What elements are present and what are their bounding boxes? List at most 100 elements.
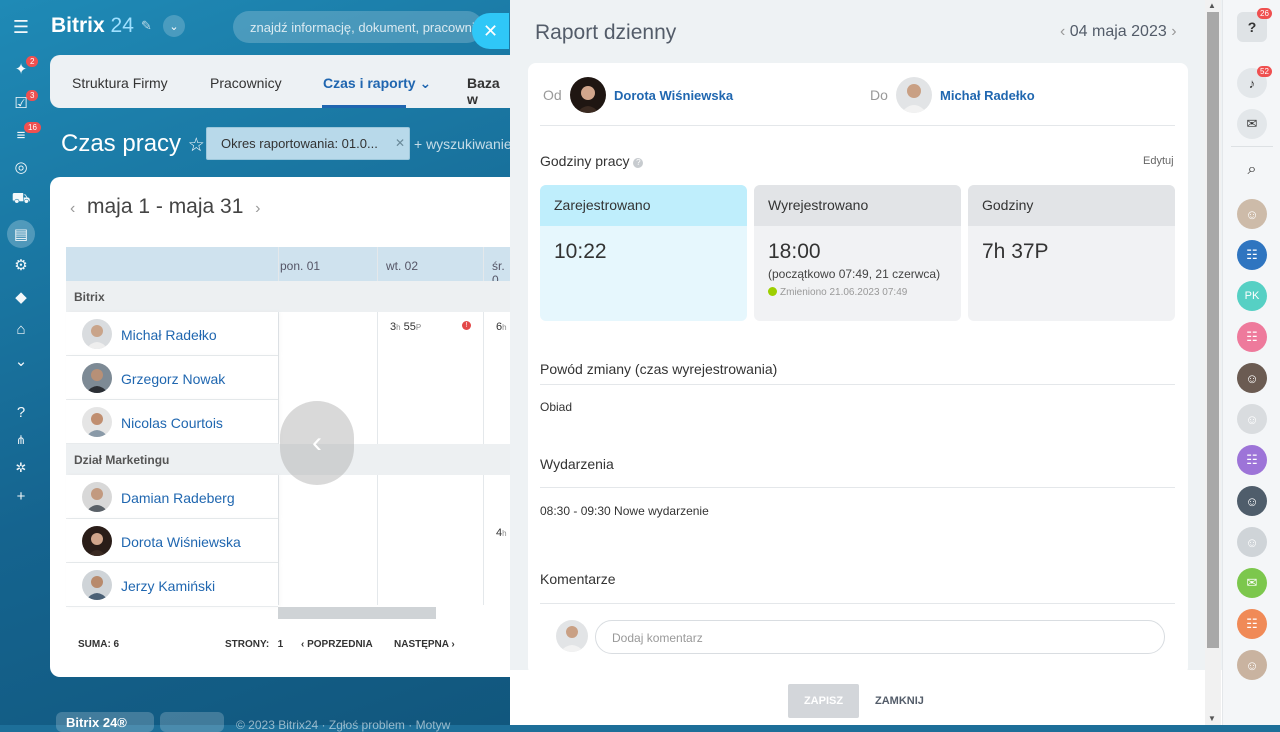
tab-label: Czas i raporty: [323, 75, 416, 91]
changed-note: Zmieniono 21.06.2023 07:49: [754, 281, 961, 298]
employee-name[interactable]: Damian Radeberg: [121, 490, 235, 506]
group-chat-icon[interactable]: ☷: [1237, 240, 1267, 270]
chevron-right-icon[interactable]: ›: [1171, 23, 1176, 40]
sitemap-icon[interactable]: ⋔: [10, 429, 32, 451]
group-chat-icon[interactable]: ☷: [1237, 322, 1267, 352]
logo[interactable]: Bitrix 24: [51, 14, 134, 38]
logo-number: 24: [110, 14, 134, 37]
filter-chip[interactable]: Okres raportowania: 01.0...: [206, 127, 410, 160]
close-icon: ✕: [482, 20, 499, 41]
event-item[interactable]: 08:30 - 09:30 Nowe wydarzenie: [540, 504, 709, 518]
tab-time-reports[interactable]: Czas i raporty ⌄: [323, 75, 431, 92]
tab-knowledge-base[interactable]: Baza w: [467, 75, 510, 107]
scroll-down-icon[interactable]: ▼: [1208, 714, 1216, 723]
language-button[interactable]: [160, 712, 224, 732]
chevron-down-icon[interactable]: ⌄: [163, 15, 185, 37]
contact-avatar[interactable]: ☺: [1237, 199, 1267, 229]
settings-icon[interactable]: ✲: [10, 457, 32, 479]
group-chat-icon[interactable]: ☷: [1237, 609, 1267, 639]
table-row[interactable]: Dorota Wiśniewska: [66, 519, 278, 563]
unregistered-time: 18:00: [768, 240, 821, 263]
report-card: Od Dorota Wiśniewska Do Michał Radełko G…: [528, 63, 1188, 675]
page-number[interactable]: 1: [278, 639, 284, 650]
table-row[interactable]: Damian Radeberg: [66, 475, 278, 519]
avatar: [82, 363, 112, 393]
prev-arrow-button[interactable]: ‹: [280, 401, 354, 485]
tab-employees[interactable]: Pracownicy: [210, 75, 282, 91]
horizontal-scrollbar[interactable]: [278, 607, 436, 619]
target-icon[interactable]: ◎: [10, 156, 32, 178]
box-icon[interactable]: ◆: [10, 286, 32, 308]
cart-icon[interactable]: ⛟: [10, 188, 32, 210]
menu-icon[interactable]: ☰: [10, 16, 32, 38]
worktime-cell[interactable]: 3h 55P: [390, 321, 421, 333]
from-person-link[interactable]: Dorota Wiśniewska: [614, 88, 733, 103]
help-icon[interactable]: ?: [10, 401, 32, 423]
active-tab-indicator: [322, 105, 406, 108]
table-row[interactable]: Jerzy Kamiński: [66, 563, 278, 607]
registered-box: Zarejestrowano 10:22: [540, 185, 747, 321]
robot-icon[interactable]: ⚙: [10, 254, 32, 276]
comment-input[interactable]: Dodaj komentarz: [595, 620, 1165, 654]
table-row[interactable]: Grzegorz Nowak: [66, 356, 278, 400]
chevron-down-icon: ⌄: [419, 75, 432, 91]
worktime-cell[interactable]: 4h: [496, 527, 507, 539]
employee-name[interactable]: Dorota Wiśniewska: [121, 534, 241, 550]
worktime-cell[interactable]: 6h: [496, 321, 507, 333]
next-page-button[interactable]: NASTĘPNA ›: [394, 639, 455, 650]
avatar: [82, 407, 112, 437]
filter-search-input[interactable]: + wyszukiwanie: [414, 136, 512, 152]
chevron-right-icon[interactable]: ›: [255, 200, 260, 217]
avatar[interactable]: [570, 77, 606, 113]
scroll-up-icon[interactable]: ▲: [1208, 1, 1216, 10]
unregistered-box: Wyrejestrowano 18:00 (początkowo 07:49, …: [754, 185, 961, 321]
chat-icon[interactable]: ✉: [1237, 109, 1267, 139]
right-sidebar: ? 26 ♪ 52 ✉ ⌕ ☺ ☷ PK ☷ ☺ ☺ ☷ ☺ ☺ ✉ ☷ ☺: [1222, 0, 1280, 725]
report-date: ‹ 04 maja 2023 ›: [1060, 23, 1177, 41]
chevron-down-icon[interactable]: ⌄: [10, 350, 32, 372]
tab-structure[interactable]: Struktura Firmy: [72, 75, 168, 91]
footer-logo[interactable]: Bitrix 24®: [56, 712, 154, 732]
logo-text: Bitrix: [51, 14, 105, 37]
report-title: Raport dzienny: [535, 21, 677, 44]
employee-name[interactable]: Jerzy Kamiński: [121, 578, 215, 594]
table-row[interactable]: Nicolas Courtois: [66, 400, 278, 444]
group-chat-icon[interactable]: ☷: [1237, 445, 1267, 475]
close-button[interactable]: ZAMKNIJ: [875, 695, 924, 707]
employee-name[interactable]: Michał Radełko: [121, 327, 217, 343]
mail-icon[interactable]: ✉: [1237, 568, 1267, 598]
contact-initials[interactable]: PK: [1237, 281, 1267, 311]
close-slider-button[interactable]: ✕: [472, 13, 509, 49]
search-icon[interactable]: ⌕: [1237, 155, 1267, 185]
contact-avatar[interactable]: ☺: [1237, 404, 1267, 434]
events-title: Wydarzenia: [540, 456, 614, 472]
save-button[interactable]: ZAPISZ: [788, 684, 859, 718]
table-row[interactable]: Michał Radełko: [66, 312, 278, 356]
close-icon[interactable]: ✕: [395, 136, 405, 150]
avatar[interactable]: [896, 77, 932, 113]
company-icon[interactable]: ▤: [7, 220, 35, 248]
edit-link[interactable]: Edytuj: [1143, 155, 1174, 167]
hours-title-text: Godziny pracy: [540, 153, 630, 169]
warning-icon[interactable]: !: [462, 321, 471, 330]
chevron-left-icon[interactable]: ‹: [1060, 23, 1065, 40]
help-icon[interactable]: ?: [633, 158, 644, 168]
building-icon[interactable]: ⌂: [10, 318, 32, 340]
contact-avatar[interactable]: ☺: [1237, 650, 1267, 680]
chevron-left-icon[interactable]: ‹: [70, 200, 75, 217]
contact-avatar[interactable]: ☺: [1237, 527, 1267, 557]
contact-avatar[interactable]: ☺: [1237, 486, 1267, 516]
notifications-badge: 52: [1257, 66, 1272, 77]
prev-label: POPRZEDNIA: [307, 639, 373, 650]
prev-page-button[interactable]: ‹ POPRZEDNIA: [301, 639, 373, 650]
contact-avatar[interactable]: ☺: [1237, 363, 1267, 393]
search-input[interactable]: znajdź informację, dokument, pracownika: [233, 11, 483, 43]
to-person-link[interactable]: Michał Radełko: [940, 88, 1035, 103]
top-tabs: Struktura Firmy Pracownicy Czas i raport…: [50, 55, 510, 108]
plus-icon[interactable]: +: [10, 485, 32, 507]
employee-name[interactable]: Nicolas Courtois: [121, 415, 223, 431]
employee-name[interactable]: Grzegorz Nowak: [121, 371, 225, 387]
star-icon[interactable]: ☆: [188, 135, 205, 156]
pencil-icon[interactable]: ✎: [141, 18, 152, 34]
vertical-scrollbar[interactable]: [1207, 12, 1219, 648]
